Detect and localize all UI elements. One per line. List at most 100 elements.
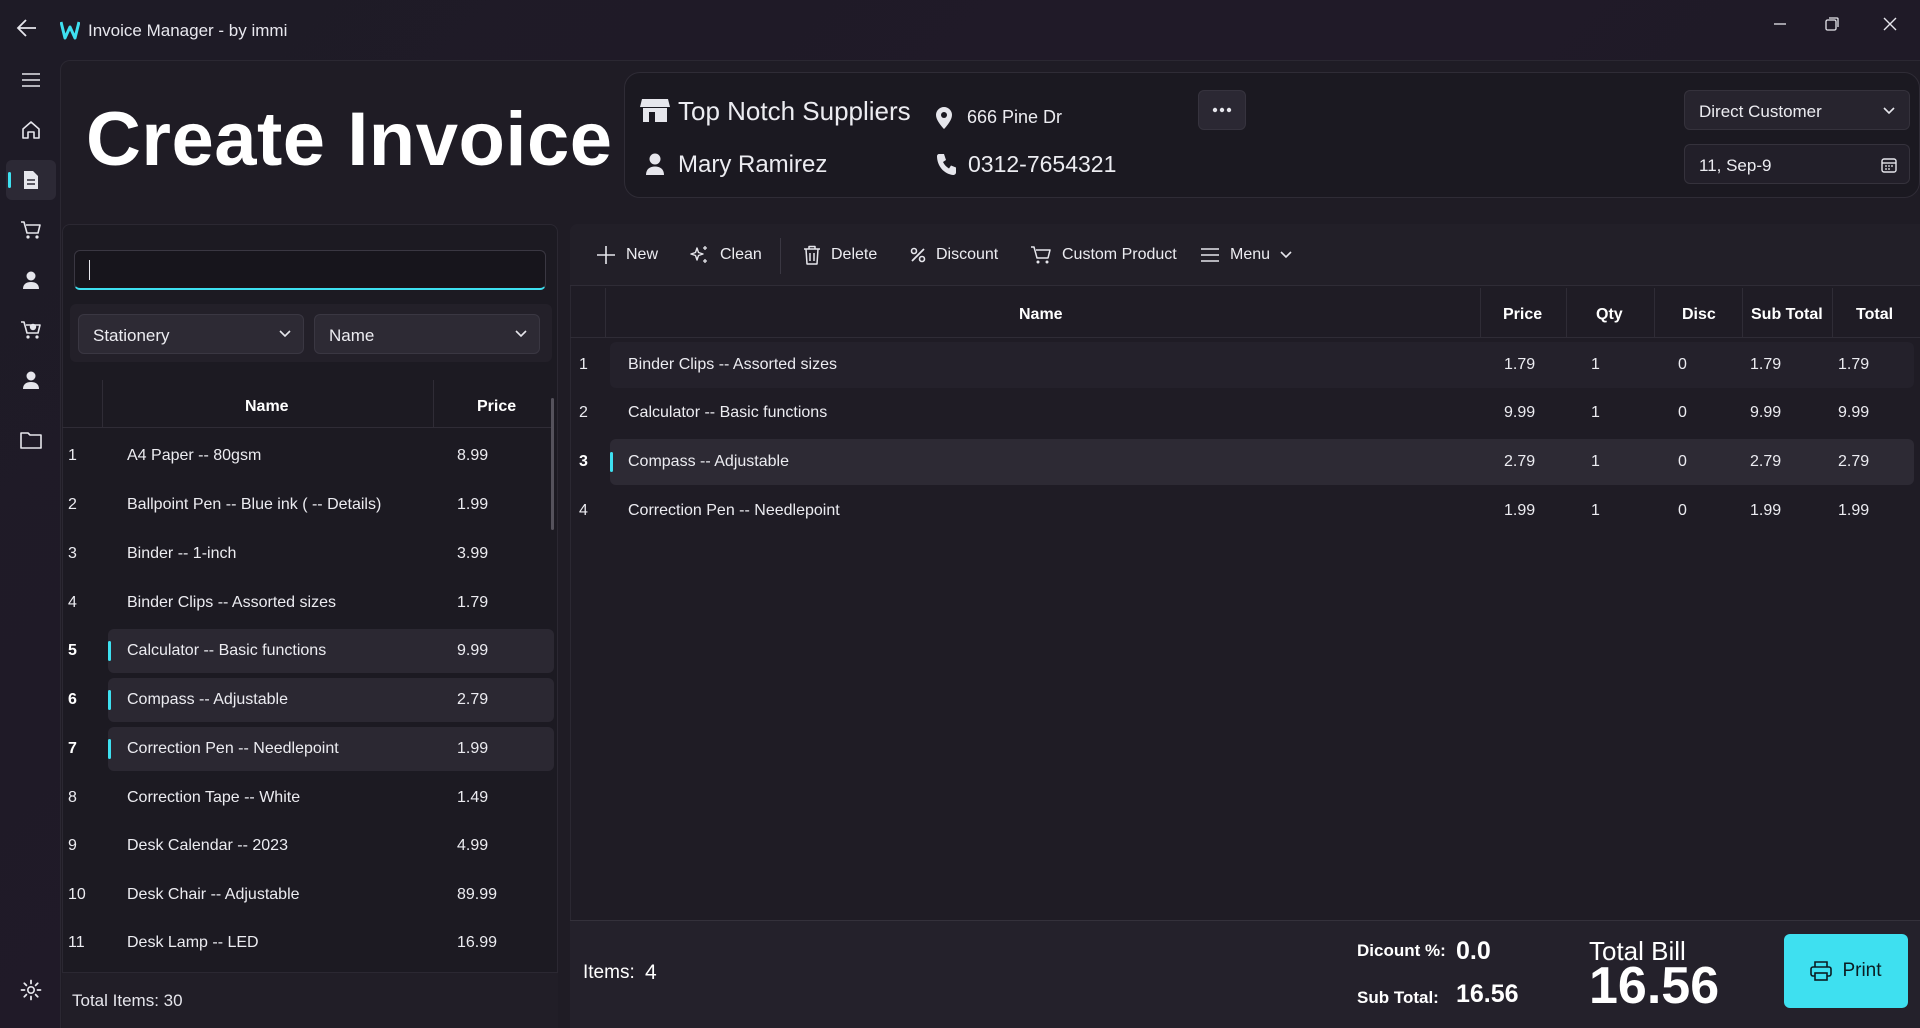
- item-name: Binder Clips -- Assorted sizes: [628, 356, 837, 373]
- nav-item-create-invoice[interactable]: [6, 160, 56, 200]
- delete-button[interactable]: Delete: [803, 240, 877, 270]
- item-name: Compass -- Adjustable: [628, 453, 789, 470]
- column-header-price[interactable]: Price: [477, 398, 516, 416]
- item-total: 1.79: [1838, 356, 1870, 373]
- column-header-subtotal[interactable]: Sub Total: [1751, 306, 1823, 324]
- text-caret: [89, 260, 90, 280]
- product-price: 1.99: [457, 740, 489, 757]
- product-name: A4 Paper -- 80gsm: [127, 447, 262, 464]
- new-button[interactable]: New: [596, 240, 658, 270]
- column-separator: [1832, 288, 1833, 338]
- total-bill-value: 16.56: [1589, 957, 1720, 1015]
- row-number: 1: [68, 447, 77, 464]
- product-row[interactable]: 11 Desk Lamp -- LED 16.99: [62, 921, 554, 965]
- category-dropdown[interactable]: Stationery: [78, 314, 304, 354]
- title-bar: Invoice Manager - by immi: [0, 0, 1920, 58]
- menu-button[interactable]: Menu: [1200, 240, 1292, 270]
- product-price: 1.49: [457, 789, 489, 806]
- invoice-date-picker[interactable]: 11, Sep-9: [1684, 144, 1910, 184]
- new-button-label: New: [626, 246, 659, 263]
- column-separator: [1566, 288, 1567, 338]
- invoice-row[interactable]: 1 Binder Clips -- Assorted sizes 1.79 1 …: [570, 342, 1920, 388]
- product-row[interactable]: 1 A4 Paper -- 80gsm 8.99: [62, 434, 554, 478]
- plus-icon: [597, 246, 615, 264]
- custom-product-button[interactable]: Custom Product: [1030, 240, 1177, 270]
- clean-button[interactable]: Clean: [690, 240, 762, 270]
- product-row[interactable]: 9 Desk Calendar -- 2023 4.99: [62, 824, 554, 868]
- product-name: Binder -- 1-inch: [127, 545, 237, 562]
- sort-value: Name: [329, 326, 375, 345]
- invoice-row[interactable]: 3 Compass -- Adjustable 2.79 1 0 2.79 2.…: [570, 439, 1920, 485]
- product-search-input[interactable]: [74, 250, 546, 290]
- nav-item-purchase[interactable]: [6, 310, 56, 350]
- nav-item-files[interactable]: [6, 420, 56, 460]
- minimize-button[interactable]: [1760, 8, 1800, 40]
- product-row[interactable]: 4 Binder Clips -- Assorted sizes 1.79: [62, 581, 554, 625]
- items-count-value: 4: [645, 961, 657, 984]
- product-row[interactable]: 3 Binder -- 1-inch 3.99: [62, 532, 554, 576]
- delete-button-label: Delete: [831, 246, 878, 263]
- column-header-price[interactable]: Price: [1503, 306, 1542, 324]
- page-title: Create Invoice: [86, 97, 613, 182]
- row-number: 9: [68, 837, 77, 854]
- close-button[interactable]: [1870, 8, 1910, 40]
- minimize-icon: [1774, 23, 1786, 25]
- more-options-button[interactable]: [1198, 90, 1246, 130]
- discount-button[interactable]: Discount: [910, 240, 998, 270]
- product-row[interactable]: 6 Compass -- Adjustable 2.79: [62, 678, 554, 722]
- item-subtotal: 1.79: [1750, 356, 1782, 373]
- product-grid-colsep: [102, 380, 103, 428]
- column-header-qty[interactable]: Qty: [1596, 306, 1623, 324]
- row-number: 4: [68, 594, 77, 611]
- supplier-address: 666 Pine Dr: [967, 107, 1063, 127]
- print-button[interactable]: Print: [1784, 934, 1908, 1008]
- supplier-phone: 0312-7654321: [968, 151, 1117, 177]
- nav-item-users[interactable]: [6, 360, 56, 400]
- row-number: 2: [68, 496, 77, 513]
- supplier-contact: Mary Ramirez: [678, 151, 828, 178]
- product-row[interactable]: 5 Calculator -- Basic functions 9.99: [62, 629, 554, 673]
- row-number: 6: [68, 691, 77, 708]
- printer-icon: [1810, 961, 1833, 981]
- product-row[interactable]: 10 Desk Chair -- Adjustable 89.99: [62, 873, 554, 917]
- row-number: 10: [68, 886, 86, 903]
- home-icon: [22, 121, 40, 139]
- nav-item-cart[interactable]: [6, 210, 56, 250]
- category-value: Stationery: [93, 326, 170, 345]
- hamburger-menu-icon: [1201, 248, 1219, 262]
- nav-menu-button[interactable]: [6, 60, 56, 100]
- nav-item-settings[interactable]: [6, 970, 56, 1010]
- column-header-name[interactable]: Name: [1019, 306, 1063, 324]
- invoice-row[interactable]: 2 Calculator -- Basic functions 9.99 1 0…: [570, 390, 1920, 436]
- settings-icon: [20, 979, 42, 1001]
- product-row[interactable]: 2 Ballpoint Pen -- Blue ink ( -- Details)…: [62, 483, 554, 527]
- row-number: 4: [579, 502, 588, 519]
- column-header-name[interactable]: Name: [245, 398, 289, 416]
- sort-dropdown[interactable]: Name: [314, 314, 540, 354]
- restore-button[interactable]: [1812, 8, 1852, 40]
- product-price: 2.79: [457, 691, 489, 708]
- chevron-down-icon: [515, 330, 527, 338]
- invoice-row[interactable]: 4 Correction Pen -- Needlepoint 1.99 1 0…: [570, 488, 1920, 534]
- column-header-disc[interactable]: Disc: [1682, 306, 1716, 324]
- customer-type-select[interactable]: Direct Customer: [1684, 90, 1910, 130]
- document-icon: [24, 171, 38, 189]
- item-qty: 1: [1591, 356, 1600, 373]
- person-icon: [645, 152, 665, 176]
- product-name: Calculator -- Basic functions: [127, 642, 327, 659]
- nav-item-home[interactable]: [6, 110, 56, 150]
- sparkle-icon: [690, 246, 707, 263]
- item-name: Calculator -- Basic functions: [628, 404, 828, 421]
- item-qty: 1: [1591, 453, 1600, 470]
- product-row[interactable]: 7 Correction Pen -- Needlepoint 1.99: [62, 727, 554, 771]
- supplier-name: Top Notch Suppliers: [678, 96, 911, 126]
- back-button[interactable]: [16, 18, 44, 42]
- cart-icon: [1031, 246, 1051, 264]
- restore-icon: [1825, 17, 1839, 31]
- product-row[interactable]: 8 Correction Tape -- White 1.49: [62, 776, 554, 820]
- column-header-total[interactable]: Total: [1856, 306, 1893, 324]
- print-button-label: Print: [1842, 960, 1882, 981]
- item-price: 1.79: [1504, 356, 1536, 373]
- folder-icon: [20, 432, 42, 449]
- nav-item-customers[interactable]: [6, 260, 56, 300]
